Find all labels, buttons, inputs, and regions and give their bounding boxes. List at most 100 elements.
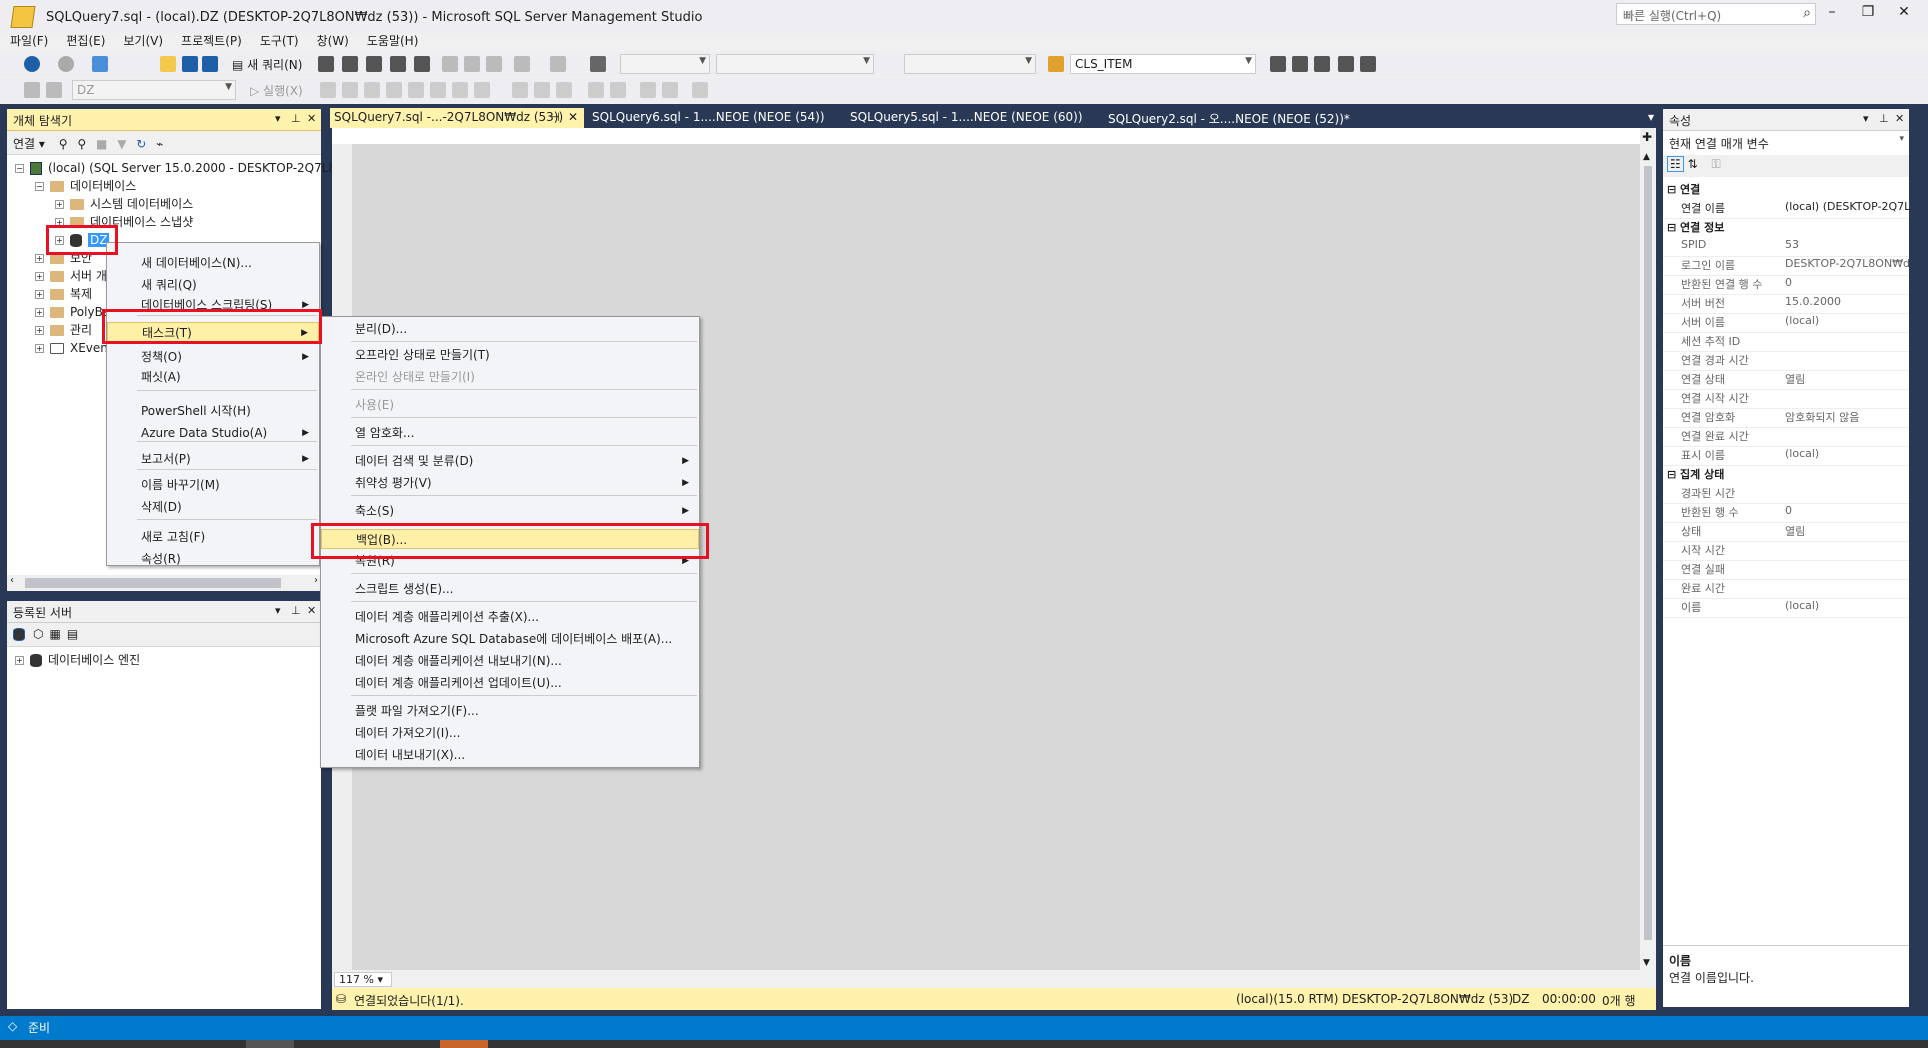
connect-object-icon[interactable]: ⚲: [59, 137, 68, 151]
close-button[interactable]: ✕: [1886, 4, 1922, 20]
stop-icon[interactable]: [320, 82, 336, 98]
scroll-left-icon[interactable]: ‹: [10, 575, 14, 586]
dax-query-icon[interactable]: [414, 56, 430, 72]
decrease-indent-icon[interactable]: [640, 82, 656, 98]
menu-6[interactable]: 도움말(H): [357, 30, 427, 50]
tasks-menu-item[interactable]: 분리(D)...: [321, 319, 699, 339]
cut-icon[interactable]: [442, 56, 458, 72]
expand-icon[interactable]: +: [35, 326, 44, 335]
context-menu-item[interactable]: 정책(O) ▶: [107, 347, 319, 367]
menu-5[interactable]: 창(W): [307, 30, 357, 50]
quick-launch-input[interactable]: 빠른 실행(Ctrl+Q) ⌕: [1616, 3, 1816, 25]
save-icon[interactable]: [182, 56, 198, 72]
zoom-combo[interactable]: 117 % ▾: [334, 972, 392, 987]
scroll-down-icon[interactable]: ▼: [1643, 958, 1650, 968]
property-row[interactable]: 연결 시작 시간: [1663, 390, 1909, 409]
expand-icon[interactable]: +: [35, 272, 44, 281]
back-icon[interactable]: [24, 56, 40, 72]
pin-icon[interactable]: ⊥: [291, 112, 301, 125]
tab-sqlquery2[interactable]: SQLQuery2.sql - 오....NEOE (NEOE (52))*: [1104, 108, 1354, 128]
tree-node-system-databases[interactable]: + 시스템 데이터베이스: [55, 195, 193, 213]
minimize-button[interactable]: –: [1814, 4, 1850, 20]
dropdown-icon[interactable]: ▾: [275, 112, 281, 125]
specify-values-icon[interactable]: [692, 82, 708, 98]
solution-configurations-icon[interactable]: [590, 56, 606, 72]
property-row[interactable]: 상태 열림: [1663, 523, 1909, 542]
tasks-menu-item[interactable]: 사용(E): [321, 395, 699, 415]
refresh-icon[interactable]: ↻: [136, 137, 146, 151]
increase-indent-icon[interactable]: [662, 82, 678, 98]
expand-icon[interactable]: +: [35, 290, 44, 299]
taskbar-item[interactable]: [246, 1040, 294, 1048]
tree-node-server[interactable]: − (local) (SQL Server 15.0.2000 - DESKTOP…: [15, 159, 344, 177]
tab-sqlquery6[interactable]: SQLQuery6.sql - 1....NEOE (NEOE (54)): [588, 108, 829, 128]
available-databases-combo[interactable]: DZ ▼: [72, 80, 236, 100]
redo-icon[interactable]: [550, 56, 566, 72]
expand-icon[interactable]: +: [35, 344, 44, 353]
context-menu-item[interactable]: 새 쿼리(Q): [107, 275, 319, 295]
scroll-right-icon[interactable]: ›: [314, 575, 318, 586]
property-row[interactable]: 연결 상태 열림: [1663, 371, 1909, 390]
tab-sqlquery5[interactable]: SQLQuery5.sql - 1....NEOE (NEOE (60)): [846, 108, 1087, 128]
context-menu-item[interactable]: 삭제(D): [107, 497, 319, 517]
mdx-query-icon[interactable]: [342, 56, 358, 72]
template-explorer-icon[interactable]: [1314, 56, 1330, 72]
tab-overflow-icon[interactable]: ▾: [1644, 108, 1658, 128]
disconnect-object-icon[interactable]: ⚲: [77, 137, 86, 151]
forward-icon[interactable]: [58, 56, 74, 72]
filter-icon[interactable]: ▼: [117, 137, 126, 151]
tasks-menu-item[interactable]: 취약성 평가(V) ▶: [321, 473, 699, 493]
property-row[interactable]: 서버 버전 15.0.2000: [1663, 295, 1909, 314]
taskbar-item[interactable]: [440, 1040, 488, 1048]
database-engine-query-icon[interactable]: [318, 56, 334, 72]
new-query-button[interactable]: ▤ 새 쿼리(N): [232, 56, 302, 73]
solution-config-combo[interactable]: ▼: [620, 54, 710, 74]
properties-icon[interactable]: [1292, 56, 1308, 72]
dropdown-icon[interactable]: ▾: [275, 604, 281, 617]
undo-icon[interactable]: [514, 56, 530, 72]
property-row[interactable]: 경과된 시간: [1663, 485, 1909, 504]
property-row[interactable]: 연결 실패: [1663, 561, 1909, 580]
context-menu-item[interactable]: Azure Data Studio(A) ▶: [107, 423, 319, 443]
property-row[interactable]: 로그인 이름 DESKTOP-2Q7L8ON₩d: [1663, 257, 1910, 276]
database-engine-icon[interactable]: [13, 628, 25, 641]
context-menu-item[interactable]: 새 데이터베이스(N)...: [107, 253, 319, 273]
menu-0[interactable]: 파일(F): [0, 30, 56, 50]
analysis-services-icon[interactable]: ⬡: [33, 627, 43, 641]
results-text-icon[interactable]: [512, 82, 528, 98]
restore-button[interactable]: ❐: [1850, 4, 1886, 20]
paste-icon[interactable]: [486, 56, 502, 72]
horizontal-scrollbar[interactable]: ‹ ›: [7, 575, 321, 591]
context-menu-item[interactable]: 이름 바꾸기(M): [107, 475, 319, 495]
property-row[interactable]: 시작 시간: [1663, 542, 1909, 561]
tasks-menu-item[interactable]: 데이터 가져오기(I)...: [321, 723, 699, 743]
properties-object-combo[interactable]: 현재 연결 매개 변수 ▾: [1665, 133, 1907, 153]
close-icon[interactable]: ✕: [307, 112, 316, 125]
property-row[interactable]: 연결 완료 시간: [1663, 428, 1909, 447]
save-all-icon[interactable]: [202, 56, 218, 72]
dmx-query-icon[interactable]: [366, 56, 382, 72]
property-pages-icon[interactable]: ⚿: [1711, 157, 1720, 171]
pin-icon[interactable]: ⊥: [291, 604, 301, 617]
tasks-menu-item[interactable]: 데이터 검색 및 분류(D) ▶: [321, 451, 699, 471]
property-row[interactable]: 세션 추적 ID: [1663, 333, 1909, 352]
tab-sqlquery7[interactable]: SQLQuery7.sql -...-2Q7L8ON₩dz (53)) ⊣ ✕: [330, 108, 584, 128]
categorized-icon[interactable]: ☷: [1667, 156, 1684, 172]
property-row[interactable]: 연결 암호화 암호화되지 않음: [1663, 409, 1909, 428]
connect-icon[interactable]: [24, 82, 40, 98]
property-row[interactable]: 이름 (local): [1663, 599, 1909, 618]
scroll-up-icon[interactable]: ▲: [1643, 152, 1650, 162]
tree-node-replication[interactable]: + 복제: [35, 285, 92, 303]
dropdown-icon[interactable]: ▾: [1863, 112, 1869, 125]
context-menu-item[interactable]: 속성(R): [107, 549, 319, 569]
context-menu-item[interactable]: 패싯(A): [107, 367, 319, 387]
tasks-menu-item[interactable]: 데이터 내보내기(X)...: [321, 745, 699, 765]
close-tab-icon[interactable]: ✕: [568, 110, 578, 124]
stop-object-icon[interactable]: ■: [96, 137, 107, 151]
tasks-menu-item[interactable]: 오프라인 상태로 만들기(T): [321, 345, 699, 365]
reporting-services-icon[interactable]: ▦: [49, 627, 60, 641]
query-options-icon[interactable]: [408, 82, 424, 98]
integration-services-icon[interactable]: ▤: [67, 627, 78, 641]
context-menu-item[interactable]: PowerShell 시작(H): [107, 401, 319, 421]
expand-icon[interactable]: +: [55, 200, 64, 209]
